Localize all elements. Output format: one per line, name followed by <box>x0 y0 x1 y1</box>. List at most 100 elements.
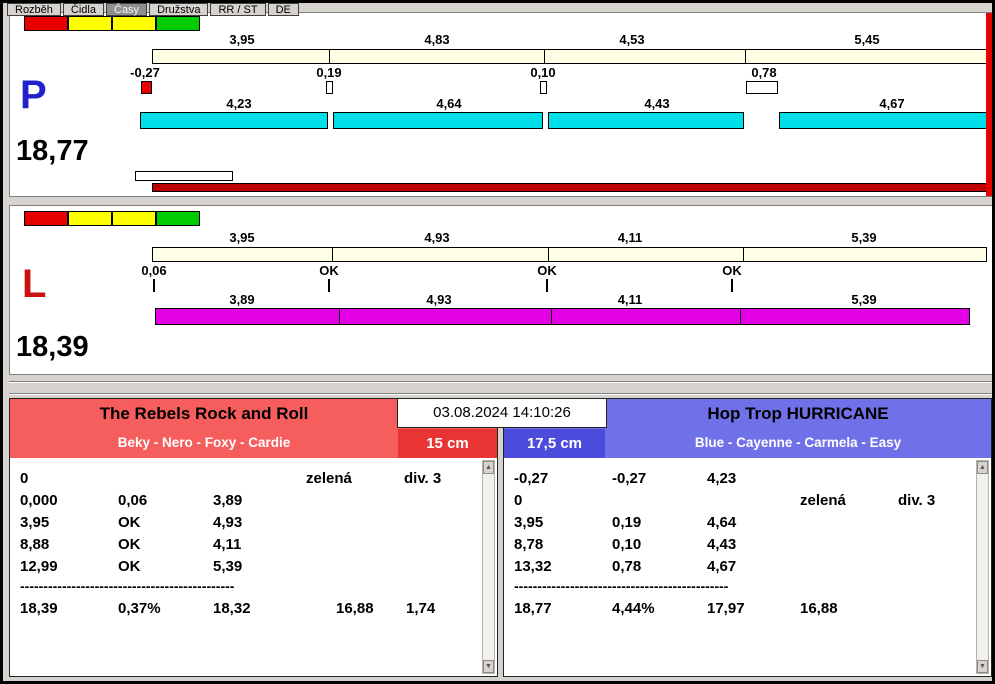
dog-run-bar <box>140 112 328 129</box>
light-status-cell: zelená <box>800 492 846 509</box>
scroll-down-icon[interactable]: ▼ <box>483 660 494 673</box>
reaction-time-label: 0,19 <box>316 65 342 80</box>
scroll-up-icon[interactable]: ▲ <box>977 461 988 474</box>
changeover-tick <box>731 279 733 292</box>
tab-strip: Rozběh Čidla Časy Družstva RR / ST DE <box>7 3 299 16</box>
reaction-time-label: -0,27 <box>130 65 160 80</box>
tab-de[interactable]: DE <box>267 3 299 16</box>
result-cell: 4,43 <box>707 536 737 553</box>
result-cell: 0 <box>514 492 523 509</box>
lane-panel-l: 3,95 4,93 4,11 5,39 0,06 OK OK OK 3,89 4… <box>9 205 992 375</box>
separator-line <box>9 393 992 395</box>
reaction-time-label: 0,78 <box>751 65 777 80</box>
split-time-label: 5,39 <box>851 230 877 245</box>
result-cell: OK <box>118 514 141 531</box>
sum-time-cell: 18,32 <box>213 600 251 617</box>
tab-druzstva[interactable]: Družstva <box>149 3 209 16</box>
dog-time-label: 4,67 <box>879 96 905 111</box>
result-cell: -0,27 <box>514 470 549 487</box>
dog-time-label: 4,11 <box>617 292 643 307</box>
result-cell: 0,06 <box>118 492 148 509</box>
dog-run-bar <box>333 112 543 129</box>
result-cell: 4,64 <box>707 514 737 531</box>
status-lights <box>24 16 200 31</box>
best-time-cell: 16,88 <box>800 600 838 617</box>
dog-time-label: 3,89 <box>229 292 255 307</box>
dog-time-label: 5,39 <box>851 292 877 307</box>
lane-letter-p: P <box>20 73 47 117</box>
diff-cell: 1,74 <box>406 600 436 617</box>
split-time-label: 4,93 <box>424 230 450 245</box>
tab-cidla[interactable]: Čidla <box>62 3 104 16</box>
result-cell: OK <box>118 558 141 575</box>
reaction-time-label: OK <box>722 263 742 278</box>
best-time-cell: 16,88 <box>336 600 374 617</box>
tab-rozbeh[interactable]: Rozběh <box>7 3 61 16</box>
dog-time-label: 4,64 <box>436 96 462 111</box>
tab-rr-st[interactable]: RR / ST <box>210 3 266 16</box>
bar-divider <box>332 248 333 261</box>
dog-run-bar <box>548 112 744 129</box>
split-time-label: 3,95 <box>229 32 255 47</box>
datetime-display: 03.08.2024 14:10:26 <box>397 398 607 428</box>
bar-divider <box>548 248 549 261</box>
result-cell: 4,11 <box>213 536 242 553</box>
light-yellow-icon <box>112 16 156 31</box>
team-left-dogs: Beky - Nero - Foxy - Cardie <box>117 435 291 450</box>
lane-letter-l: L <box>22 262 47 306</box>
team-panel-left: The Rebels Rock and Roll Beky - Nero - F… <box>9 398 498 677</box>
result-cell: 0,10 <box>612 536 642 553</box>
separator-line <box>9 381 992 383</box>
penalty-bar <box>152 183 992 192</box>
early-start-marker <box>141 81 152 94</box>
team-left-scrollbar[interactable]: ▲ ▼ <box>482 460 495 674</box>
scroll-down-icon[interactable]: ▼ <box>977 660 988 673</box>
dog-time-label: 4,93 <box>426 292 452 307</box>
dog-time-label: 4,23 <box>226 96 252 111</box>
split-time-label: 3,95 <box>229 230 255 245</box>
reaction-time-label: OK <box>319 263 339 278</box>
team-right-scrollbar[interactable]: ▲ ▼ <box>976 460 989 674</box>
tab-casy[interactable]: Časy <box>106 3 148 16</box>
changeover-tick <box>153 279 155 292</box>
light-yellow-icon <box>112 211 156 226</box>
percent-cell: 4,44% <box>612 600 655 617</box>
changeover-tick <box>546 279 548 292</box>
light-yellow-icon <box>68 211 112 226</box>
bar-divider <box>743 248 744 261</box>
light-green-icon <box>156 211 200 226</box>
division-cell: div. 3 <box>898 492 936 509</box>
split-time-label: 5,45 <box>854 32 880 47</box>
dog-run-bar <box>155 308 970 325</box>
light-status-cell: zelená <box>306 470 352 487</box>
team-right-jump-height: 17,5 cm <box>504 429 605 458</box>
result-cell: 3,89 <box>213 492 243 509</box>
split-time-label: 4,11 <box>617 230 643 245</box>
result-cell: 0,78 <box>612 558 642 575</box>
bar-divider <box>329 50 330 63</box>
bar-divider <box>745 50 746 63</box>
status-lights <box>24 211 200 226</box>
total-time-bar <box>152 247 987 262</box>
result-cell: 4,93 <box>213 514 243 531</box>
result-cell: 4,67 <box>707 558 737 575</box>
result-cell: -0,27 <box>612 470 647 487</box>
reaction-time-label: OK <box>537 263 557 278</box>
bar-divider <box>551 309 552 324</box>
dog-run-bar <box>779 112 987 129</box>
teams-section: The Rebels Rock and Roll Beky - Nero - F… <box>3 398 992 679</box>
split-time-label: 4,53 <box>619 32 645 47</box>
changeover-marker <box>326 81 333 94</box>
separator-dashes: ----------------------------------------… <box>20 578 235 594</box>
team-panel-right: Hop Trop HURRICANE Blue - Cayenne - Carm… <box>503 398 992 677</box>
light-red-icon <box>24 211 68 226</box>
result-cell: 8,78 <box>514 536 544 553</box>
team-left-jump-height: 15 cm <box>398 429 497 458</box>
total-time-cell: 18,77 <box>514 600 552 617</box>
scroll-up-icon[interactable]: ▲ <box>483 461 494 474</box>
result-cell: OK <box>118 536 141 553</box>
bar-divider <box>544 50 545 63</box>
result-cell: 0,19 <box>612 514 642 531</box>
lane-panel-p: 3,95 4,83 4,53 5,45 -0,27 0,19 0,10 0,78… <box>9 12 992 197</box>
team-right-name: Hop Trop HURRICANE <box>707 404 889 423</box>
